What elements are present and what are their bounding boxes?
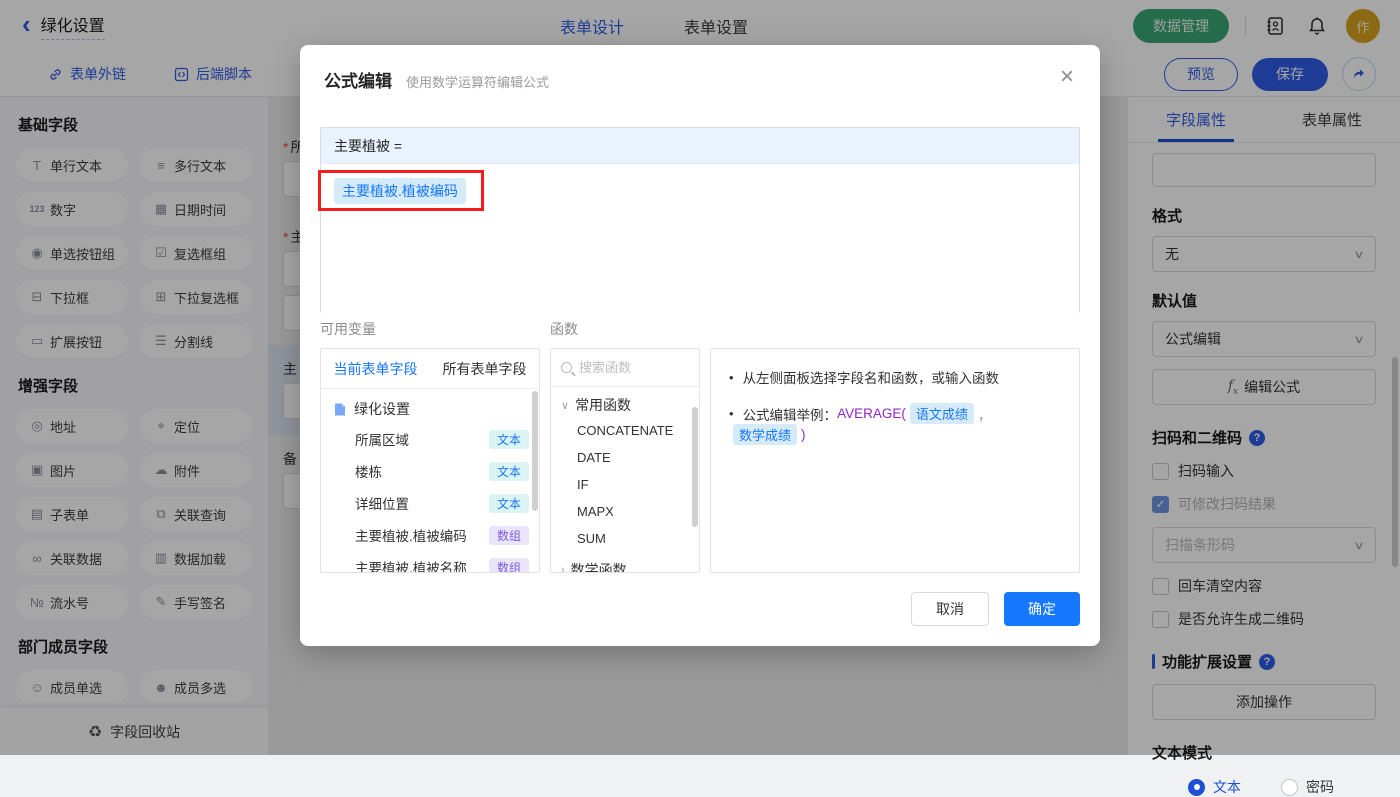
close-icon[interactable]: × (1056, 61, 1078, 93)
function-search (551, 349, 699, 387)
type-badge: 文本 (489, 430, 529, 449)
type-badge: 数组 (489, 526, 529, 545)
radio-unselected-icon (1281, 779, 1298, 796)
modal-header: 公式编辑 使用数学运算符编辑公式 (300, 45, 1100, 92)
tab-current-form-fields[interactable]: 当前表单字段 (321, 349, 430, 388)
tab-all-form-fields[interactable]: 所有表单字段 (430, 349, 539, 388)
variables-scrollbar[interactable] (532, 391, 538, 511)
formula-target: 主要植被 = (321, 128, 1079, 164)
function-item[interactable]: SUM (551, 525, 699, 552)
modal-title: 公式编辑 (324, 67, 392, 92)
text-mode-radios: 文本 密码 (1188, 777, 1376, 797)
formula-variable-chip[interactable]: 主要植被.植被编码 (334, 178, 466, 204)
formula-input-area[interactable]: 主要植被.植被编码 (321, 164, 1079, 313)
help-line-1: • 从左侧面板选择字段名和函数，或输入函数 (729, 367, 1061, 387)
bullet-icon: • (729, 406, 734, 421)
radio-selected-icon (1188, 779, 1205, 796)
radio-text-mode[interactable]: 文本 (1188, 777, 1241, 797)
function-search-input[interactable] (579, 360, 679, 375)
type-badge: 文本 (489, 462, 529, 481)
variables-panel-label: 可用变量 (320, 319, 376, 339)
modal-subtitle: 使用数学运算符编辑公式 (406, 72, 549, 91)
formula-editor-area: 主要植被 = 主要植被.植被编码 (320, 127, 1080, 313)
function-group-math[interactable]: › 数学函数 (551, 552, 699, 573)
variables-panel: 当前表单字段 所有表单字段 绿化设置 所属区域 文本 楼栋 文本 详细位置 文本… (320, 348, 540, 573)
search-icon (561, 362, 572, 373)
variable-row[interactable]: 所属区域 文本 (321, 423, 539, 455)
formula-editor-modal: 公式编辑 使用数学运算符编辑公式 × 主要植被 = 主要植被.植被编码 可用变量… (300, 45, 1100, 646)
function-item[interactable]: DATE (551, 444, 699, 471)
functions-panel-label: 函数 (550, 319, 578, 339)
function-group-common[interactable]: ∨ 常用函数 (551, 387, 699, 417)
document-icon (333, 402, 347, 417)
functions-panel: ∨ 常用函数 CONCATENATE DATE IF MAPX SUM › 数学… (550, 348, 700, 573)
modal-footer: 取消 确定 (911, 592, 1080, 626)
variable-row[interactable]: 详细位置 文本 (321, 487, 539, 519)
variable-row[interactable]: 主要植被.植被编码 数组 (321, 519, 539, 551)
variable-row[interactable]: 楼栋 文本 (321, 455, 539, 487)
functions-scrollbar[interactable] (692, 407, 698, 527)
function-item[interactable]: IF (551, 471, 699, 498)
function-item[interactable]: MAPX (551, 498, 699, 525)
example-chip: 语文成绩 (910, 403, 974, 424)
variables-tree-root[interactable]: 绿化设置 (321, 389, 539, 423)
type-badge: 数组 (489, 558, 529, 574)
chevron-expanded-icon: ∨ (561, 399, 569, 412)
type-badge: 文本 (489, 494, 529, 513)
variable-row[interactable]: 主要植被.植被名称 数组 (321, 551, 539, 573)
help-panel: • 从左侧面板选择字段名和函数，或输入函数 • 公式编辑举例： AVERAGE(… (710, 348, 1080, 573)
cancel-button[interactable]: 取消 (911, 592, 989, 626)
confirm-button[interactable]: 确定 (1004, 592, 1080, 626)
help-line-2: • 公式编辑举例： AVERAGE( 语文成绩 ， 数学成绩 ) (729, 403, 1061, 445)
bullet-icon: • (729, 370, 734, 385)
example-chip: 数学成绩 (733, 424, 797, 445)
chevron-collapsed-icon: › (561, 564, 565, 573)
radio-password-mode[interactable]: 密码 (1281, 777, 1334, 797)
function-item[interactable]: CONCATENATE (551, 417, 699, 444)
